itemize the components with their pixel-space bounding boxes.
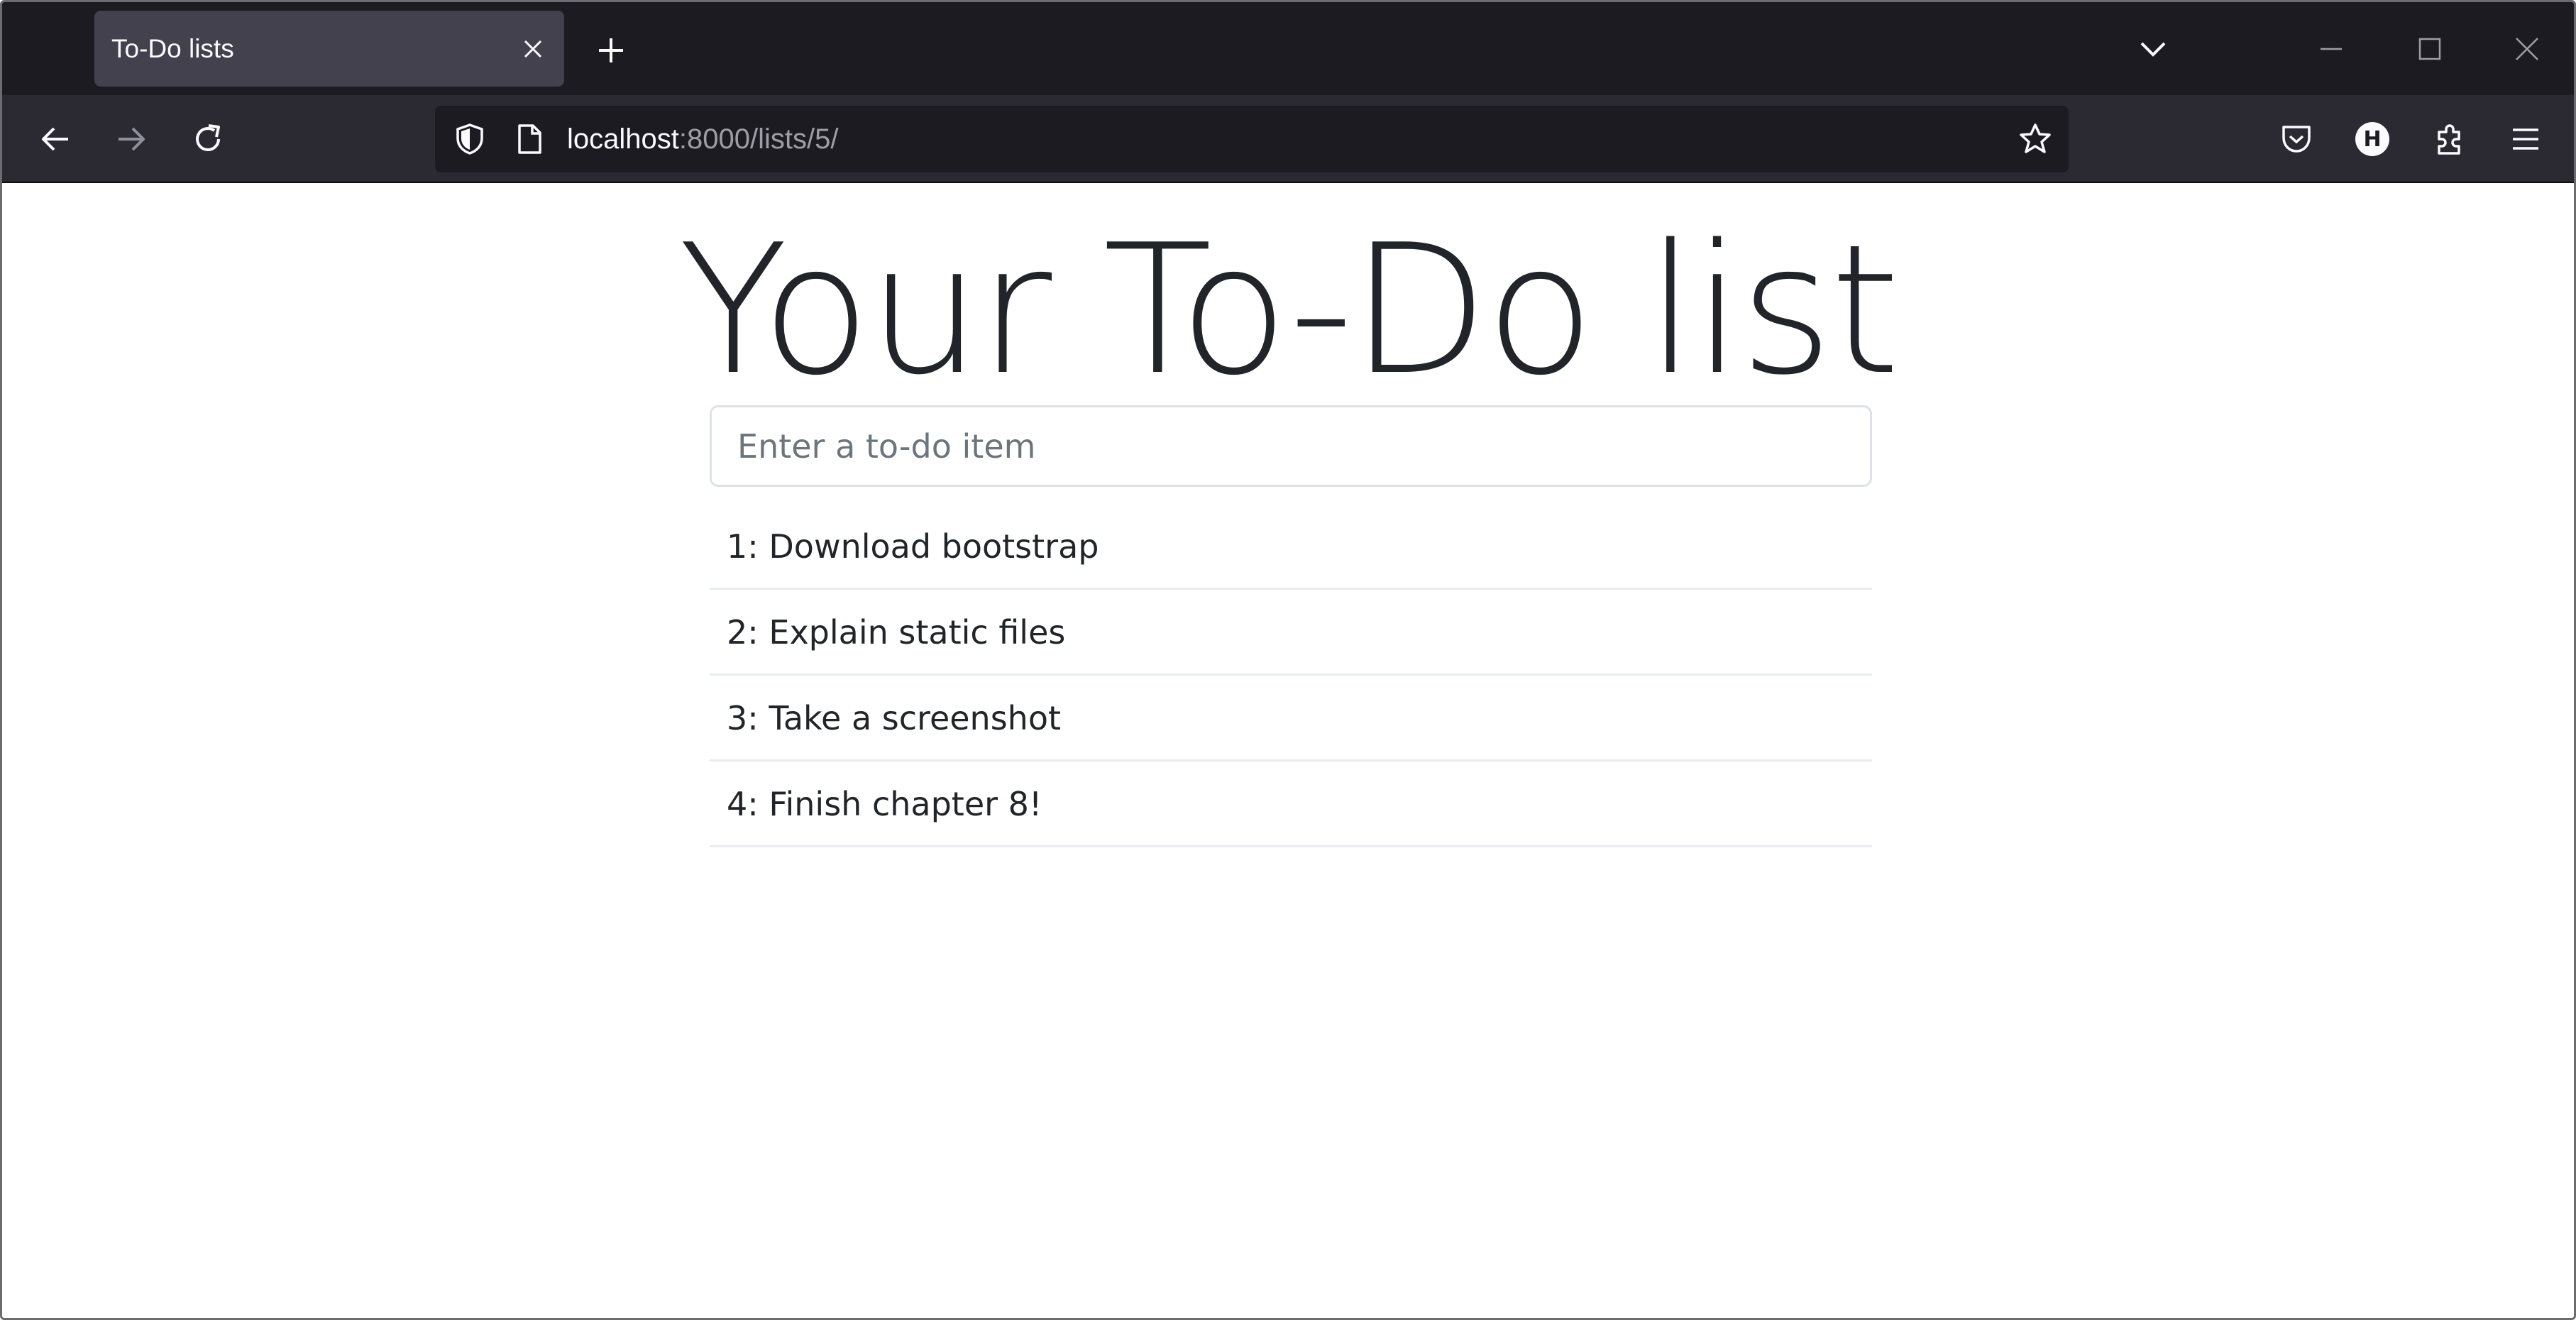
close-icon[interactable] bbox=[517, 33, 549, 65]
url-bar[interactable]: localhost:8000/lists/5/ bbox=[435, 106, 2069, 172]
minimize-icon[interactable] bbox=[2311, 29, 2351, 69]
url-text[interactable]: localhost:8000/lists/5/ bbox=[567, 106, 838, 172]
page-content: Your To-Do list 1: Download bootstrap 2:… bbox=[2, 185, 2574, 1318]
table-row: 2: Explain static files bbox=[710, 590, 1872, 676]
url-path: :8000/lists/5/ bbox=[678, 123, 839, 155]
navigation-bar: localhost:8000/lists/5/ H bbox=[2, 95, 2574, 183]
maximize-icon[interactable] bbox=[2410, 29, 2450, 69]
plus-icon[interactable] bbox=[591, 31, 631, 70]
table-row: 4: Finish chapter 8! bbox=[710, 761, 1872, 847]
table-row: 1: Download bootstrap bbox=[710, 504, 1872, 590]
todo-input[interactable] bbox=[710, 405, 1872, 487]
arrow-left-icon[interactable] bbox=[33, 116, 78, 162]
page-title: Your To-Do list bbox=[678, 207, 1900, 414]
puzzle-icon[interactable] bbox=[2427, 116, 2472, 162]
todo-table: 1: Download bootstrap 2: Explain static … bbox=[710, 504, 1872, 847]
browser-window: To-Do lists localhost:8000/lists/5/ H Yo… bbox=[0, 0, 2576, 1320]
account-avatar[interactable]: H bbox=[2350, 116, 2395, 162]
tab-title: To-Do lists bbox=[111, 34, 234, 63]
shield-icon[interactable] bbox=[452, 121, 488, 157]
url-host: localhost bbox=[567, 123, 679, 155]
avatar: H bbox=[2355, 122, 2389, 156]
close-icon[interactable] bbox=[2507, 29, 2547, 69]
star-icon[interactable] bbox=[2016, 120, 2054, 158]
tab-todo-lists[interactable]: To-Do lists bbox=[94, 11, 564, 87]
page-icon[interactable] bbox=[512, 121, 547, 157]
pocket-icon[interactable] bbox=[2274, 116, 2319, 162]
arrow-right-icon[interactable] bbox=[109, 116, 154, 162]
reload-icon[interactable] bbox=[185, 116, 231, 162]
chevron-down-icon[interactable] bbox=[2133, 31, 2173, 67]
hamburger-icon[interactable] bbox=[2503, 116, 2548, 162]
tab-strip: To-Do lists bbox=[2, 2, 2574, 95]
table-row: 3: Take a screenshot bbox=[710, 676, 1872, 761]
